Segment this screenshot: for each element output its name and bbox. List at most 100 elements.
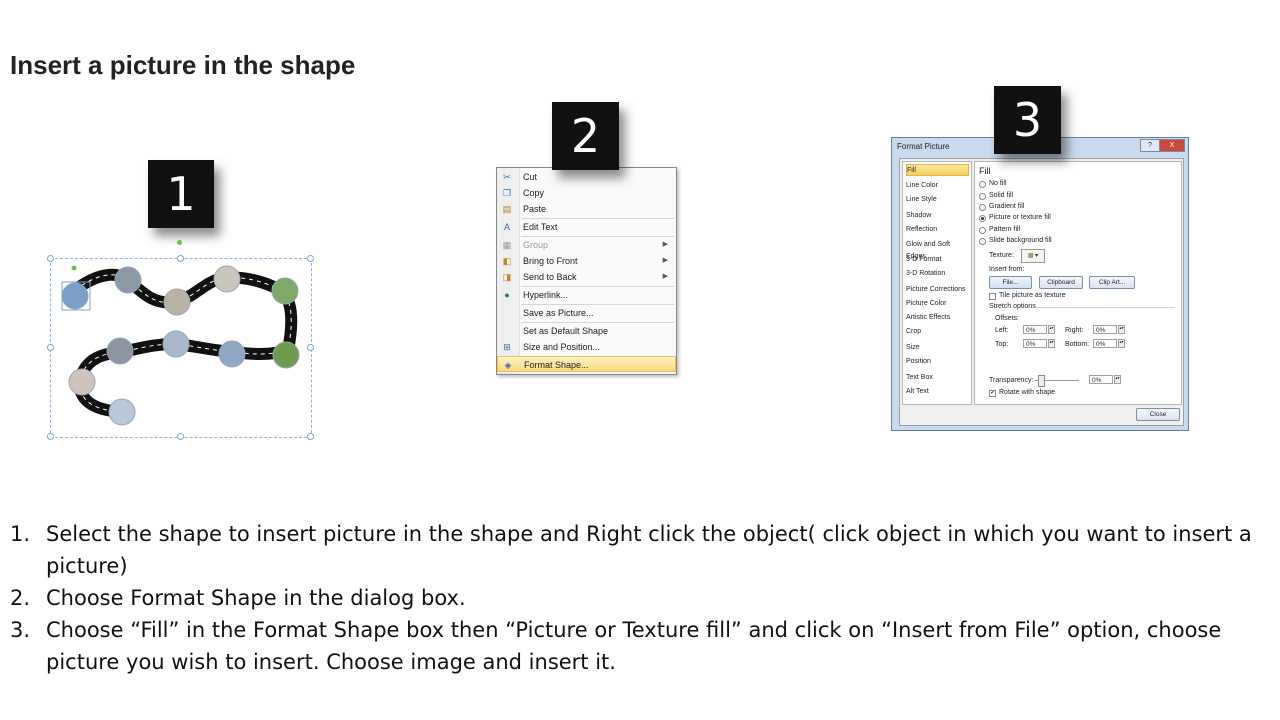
texture-dropdown[interactable]: ▩ ▾ — [1021, 249, 1045, 263]
left-offset-input[interactable]: 0% — [1023, 325, 1047, 334]
send-back-icon: ◨ — [502, 272, 512, 282]
step-badge-3: 3 — [994, 86, 1061, 154]
category-size[interactable]: Size — [906, 342, 969, 354]
category-position[interactable]: Position — [906, 356, 969, 368]
menu-item-bring-to-front[interactable]: ◧ Bring to Front ▶ — [497, 253, 676, 269]
menu-item-hyperlink[interactable]: ● Hyperlink... — [497, 287, 676, 303]
category-alt-text[interactable]: Alt Text — [906, 386, 969, 398]
menu-item-save-as-picture[interactable]: Save as Picture... — [497, 305, 676, 321]
category-3d-rotation[interactable]: 3-D Rotation — [906, 268, 969, 280]
road-path-graphic — [61, 265, 300, 426]
copy-icon: ❐ — [502, 188, 512, 198]
fill-pane: Fill No fill Solid fill Gradient fill Pi… — [974, 161, 1182, 405]
instruction-text: Select the shape to insert picture in th… — [46, 522, 1252, 578]
category-picture-color[interactable]: Picture Color — [906, 298, 969, 310]
category-text-box[interactable]: Text Box — [906, 372, 969, 384]
radio-label: Pattern fill — [989, 226, 1021, 233]
menu-item-format-shape[interactable]: ◈ Format Shape... — [497, 356, 676, 372]
instruction-list: 1. Select the shape to insert picture in… — [10, 518, 1272, 678]
bring-front-icon: ◧ — [502, 256, 512, 266]
file-button[interactable]: File... — [989, 276, 1032, 289]
pane-title: Fill — [979, 166, 991, 176]
scissors-icon: ✂ — [503, 172, 511, 182]
close-window-button[interactable]: X — [1159, 139, 1185, 152]
dialog-title: Format Picture — [897, 142, 950, 151]
category-picture-corrections[interactable]: Picture Corrections — [906, 284, 969, 296]
instruction-number: 1. — [10, 522, 31, 546]
offsets-label: Offsets: — [995, 315, 1019, 322]
top-offset-input[interactable]: 0% — [1023, 339, 1047, 348]
context-menu: ✂ Cut ❐ Copy ▤ Paste A Edit Text ▦ Group… — [496, 167, 677, 375]
top-offset-spinner[interactable]: ▴▾ — [1048, 339, 1055, 348]
radio-label: Picture or texture fill — [989, 214, 1051, 221]
radio-label: Slide background fill — [989, 237, 1052, 244]
menu-item-paste[interactable]: ▤ Paste — [497, 201, 676, 217]
menu-item-group[interactable]: ▦ Group ▶ — [497, 237, 676, 253]
texture-swatch-icon: ▩ — [1027, 253, 1034, 259]
instruction-item: 1. Select the shape to insert picture in… — [10, 518, 1272, 582]
format-shape-icon: ◈ — [504, 360, 512, 370]
radio-pattern-fill[interactable] — [979, 227, 986, 234]
menu-item-size-and-position[interactable]: ⊞ Size and Position... — [497, 339, 676, 355]
clip-art-button[interactable]: Clip Art... — [1089, 276, 1135, 289]
chevron-down-icon: ▾ — [1035, 253, 1039, 259]
top-offset-label: Top: — [995, 341, 1009, 348]
help-button[interactable]: ? — [1140, 139, 1160, 152]
texture-label: Texture: — [989, 252, 1014, 259]
submenu-arrow-icon: ▶ — [662, 273, 668, 280]
category-artistic-effects[interactable]: Artistic Effects — [906, 312, 969, 324]
left-offset-label: Left: — [995, 327, 1009, 334]
submenu-arrow-icon: ▶ — [662, 241, 668, 248]
radio-gradient-fill[interactable] — [979, 204, 986, 211]
right-offset-spinner[interactable]: ▴▾ — [1118, 325, 1125, 334]
instruction-text: Choose “Fill” in the Format Shape box th… — [46, 618, 1222, 674]
insert-from-label: Insert from: — [989, 266, 1025, 273]
format-picture-dialog: Format Picture ? X Fill Line Color Line … — [891, 137, 1189, 431]
category-line-style[interactable]: Line Style — [906, 194, 969, 206]
menu-item-edit-text[interactable]: A Edit Text — [497, 219, 676, 235]
size-position-icon: ⊞ — [503, 342, 511, 352]
radio-picture-texture-fill[interactable] — [979, 215, 986, 222]
radio-solid-fill[interactable] — [979, 193, 986, 200]
left-offset-spinner[interactable]: ▴▾ — [1048, 325, 1055, 334]
paste-icon: ▤ — [502, 204, 512, 214]
radio-slide-background-fill[interactable] — [979, 238, 986, 245]
transparency-input[interactable]: 0% — [1089, 375, 1113, 384]
right-offset-label: Right: — [1065, 327, 1084, 334]
rotate-with-shape-checkbox[interactable]: ✔ — [989, 390, 996, 397]
bottom-offset-input[interactable]: 0% — [1093, 339, 1117, 348]
group-icon: ▦ — [502, 240, 512, 250]
right-offset-input[interactable]: 0% — [1093, 325, 1117, 334]
category-crop[interactable]: Crop — [906, 326, 969, 338]
radio-label: Gradient fill — [989, 203, 1025, 210]
transparency-spinner[interactable]: ▴▾ — [1114, 375, 1121, 384]
submenu-arrow-icon: ▶ — [662, 257, 668, 264]
clipboard-button[interactable]: Clipboard — [1039, 276, 1083, 289]
edit-text-icon: A — [503, 222, 510, 232]
category-shadow[interactable]: Shadow — [906, 210, 969, 222]
radio-label: Solid fill — [989, 192, 1014, 199]
menu-item-send-to-back[interactable]: ◨ Send to Back ▶ — [497, 269, 676, 285]
instruction-number: 3. — [10, 618, 31, 642]
dialog-body: Fill Line Color Line Style Shadow Reflec… — [899, 158, 1184, 426]
rotate-with-shape-label: Rotate with shape — [999, 389, 1056, 396]
category-line-color[interactable]: Line Color — [906, 180, 969, 192]
transparency-slider-thumb[interactable] — [1038, 375, 1045, 387]
category-fill[interactable]: Fill — [906, 164, 969, 176]
menu-item-cut[interactable]: ✂ Cut — [497, 169, 676, 185]
bottom-offset-label: Bottom: — [1065, 341, 1090, 348]
radio-no-fill[interactable] — [979, 181, 986, 188]
category-list: Fill Line Color Line Style Shadow Reflec… — [902, 161, 972, 405]
tile-checkbox[interactable] — [989, 293, 996, 300]
category-glow-soft-edges[interactable]: Glow and Soft Edges — [906, 239, 969, 260]
instruction-item: 2. Choose Format Shape in the dialog box… — [10, 582, 1272, 614]
category-reflection[interactable]: Reflection — [906, 224, 969, 236]
menu-item-copy[interactable]: ❐ Copy — [497, 185, 676, 201]
bottom-offset-spinner[interactable]: ▴▾ — [1118, 339, 1125, 348]
close-button[interactable]: Close — [1136, 408, 1180, 421]
transparency-label: Transparency: — [989, 377, 1034, 384]
instruction-text: Choose Format Shape in the dialog box. — [46, 586, 466, 610]
step-badge-2: 2 — [552, 102, 619, 170]
category-3d-format[interactable]: 3-D Format — [906, 254, 969, 266]
menu-item-set-default-shape[interactable]: Set as Default Shape — [497, 323, 676, 339]
